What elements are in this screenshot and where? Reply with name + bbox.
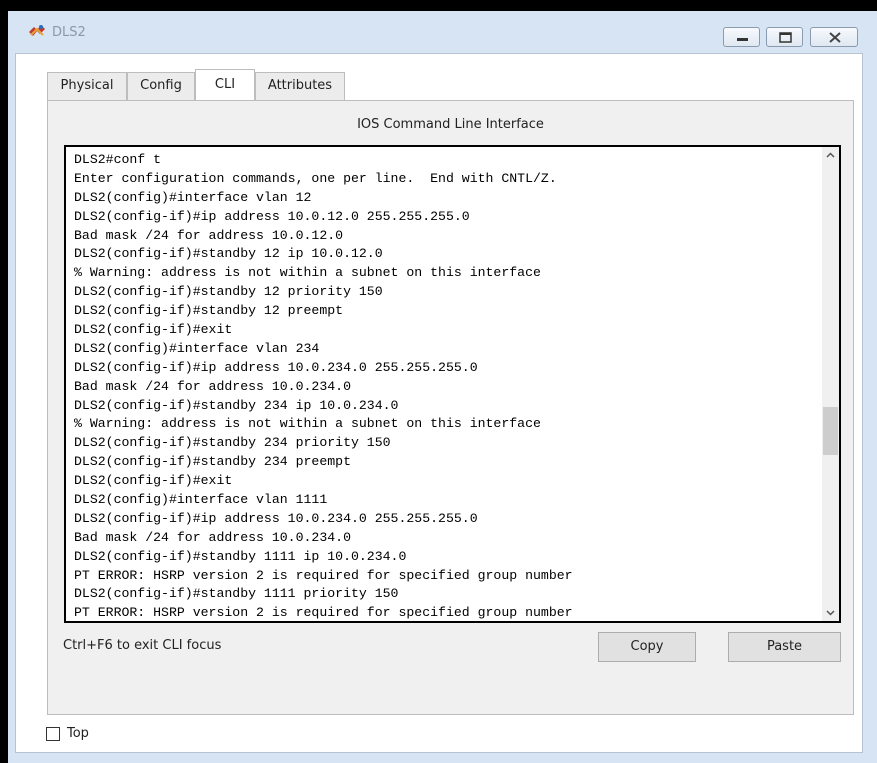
maximize-button[interactable] <box>766 27 803 47</box>
cli-line: Bad mask /24 for address 10.0.12.0 <box>74 227 344 243</box>
title-bar[interactable]: DLS2 <box>8 11 877 51</box>
cli-line: DLS2(config-if)#standby 234 ip 10.0.234.… <box>74 397 399 413</box>
cli-line: DLS2(config-if)#standby 12 ip 10.0.12.0 <box>74 246 383 262</box>
tab-config[interactable]: Config <box>127 72 195 100</box>
cli-focus-hint: Ctrl+F6 to exit CLI focus <box>63 638 222 653</box>
maximize-icon <box>779 32 792 43</box>
cli-line: DLS2(config-if)#standby 234 preempt <box>74 454 351 470</box>
cli-line: PT ERROR: HSRP version 2 is required for… <box>74 567 573 583</box>
cli-output: DLS2#conf t Enter configuration commands,… <box>74 151 573 621</box>
cli-line: DLS2(config)#interface vlan 1111 <box>74 492 328 508</box>
packet-tracer-device-icon <box>28 23 46 39</box>
cli-line: % Warning: address is not within a subne… <box>74 416 541 432</box>
cli-line: DLS2(config-if)#ip address 10.0.234.0 25… <box>74 510 478 526</box>
tab-cli[interactable]: CLI <box>195 69 255 101</box>
cli-heading: IOS Command Line Interface <box>357 117 544 132</box>
scroll-down-arrow-icon[interactable] <box>822 604 839 621</box>
cli-line: DLS2(config-if)#exit <box>74 322 233 338</box>
minimize-button[interactable] <box>723 27 760 47</box>
window-content: Physical Config CLI Attributes IOS Comma… <box>15 53 863 753</box>
close-icon <box>829 32 841 43</box>
cli-line: DLS2#conf t <box>74 152 162 167</box>
cli-line: PT ERROR: HSRP version 2 is required for… <box>74 605 573 621</box>
scroll-up-arrow-icon[interactable] <box>822 147 839 164</box>
cli-line: DLS2(config-if)#standby 12 preempt <box>74 303 344 319</box>
cli-scrollbar[interactable] <box>822 147 839 621</box>
cli-line: DLS2(config-if)#exit <box>74 473 233 489</box>
tab-attributes[interactable]: Attributes <box>255 72 345 100</box>
cli-line: DLS2(config)#interface vlan 12 <box>74 189 312 205</box>
cli-line: DLS2(config-if)#ip address 10.0.12.0 255… <box>74 208 470 224</box>
cli-line: Bad mask /24 for address 10.0.234.0 <box>74 378 351 394</box>
cli-line: DLS2(config-if)#standby 1111 priority 15… <box>74 586 399 602</box>
tab-physical[interactable]: Physical <box>47 72 127 100</box>
cli-line: DLS2(config)#interface vlan 234 <box>74 340 320 356</box>
close-button[interactable] <box>810 27 858 47</box>
cli-line: DLS2(config-if)#standby 12 priority 150 <box>74 284 383 300</box>
cli-panel: IOS Command Line Interface DLS2#conf t En… <box>47 100 854 715</box>
cli-line: % Warning: address is not within a subne… <box>74 265 541 281</box>
device-window: DLS2 Physical Config CLI Attributes IOS … <box>8 11 877 763</box>
cli-line: Bad mask /24 for address 10.0.234.0 <box>74 529 351 545</box>
top-checkbox-label: Top <box>67 726 89 741</box>
scrollbar-thumb[interactable] <box>823 407 838 456</box>
minimize-icon <box>737 38 748 41</box>
cli-line: DLS2(config-if)#ip address 10.0.234.0 25… <box>74 359 478 375</box>
cli-line: DLS2(config-if)#standby 1111 ip 10.0.234… <box>74 548 407 564</box>
copy-button[interactable]: Copy <box>598 632 696 662</box>
cli-line: DLS2(config-if)#standby 234 priority 150 <box>74 435 391 451</box>
cli-line: Enter configuration commands, one per li… <box>74 170 557 186</box>
paste-button[interactable]: Paste <box>728 632 841 662</box>
cli-console[interactable]: DLS2#conf t Enter configuration commands,… <box>64 145 841 623</box>
window-title: DLS2 <box>52 25 86 40</box>
top-checkbox[interactable] <box>46 727 60 741</box>
